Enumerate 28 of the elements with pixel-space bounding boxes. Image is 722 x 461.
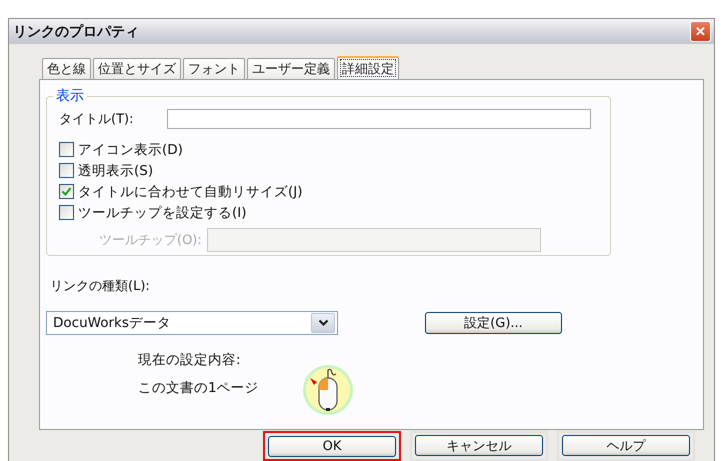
- checkbox-label[interactable]: ツールチップを設定する(I): [78, 204, 247, 222]
- current-settings-label: 現在の設定内容:: [138, 351, 242, 369]
- title-field[interactable]: [167, 109, 591, 129]
- checkbox-label[interactable]: タイトルに合わせて自動リサイズ(J): [78, 182, 303, 200]
- tab[interactable]: フォント: [183, 58, 245, 79]
- tab[interactable]: 色と線: [42, 58, 91, 79]
- checkbox[interactable]: [59, 205, 74, 220]
- group-legend: 表示: [53, 87, 87, 105]
- window-title: リンクのプロパティ: [13, 22, 139, 40]
- dialog-button[interactable]: ヘルプ: [562, 435, 690, 456]
- title-label: タイトル(T):: [59, 111, 134, 128]
- tab[interactable]: 詳細設定: [337, 56, 399, 80]
- checkbox[interactable]: [59, 163, 74, 178]
- checkbox[interactable]: [59, 184, 74, 199]
- checkbox-label[interactable]: アイコン表示(D): [78, 140, 183, 158]
- tab[interactable]: 位置とサイズ: [93, 58, 181, 79]
- dialog-button[interactable]: キャンセル: [415, 435, 543, 456]
- link-type-dropdown[interactable]: DocuWorksデータ: [46, 311, 338, 335]
- tab[interactable]: ユーザー定義: [247, 58, 335, 79]
- link-type-label: リンクの種類(L):: [49, 278, 151, 295]
- tooltip-label: ツールチップ(O):: [98, 232, 203, 249]
- settings-button[interactable]: 設定(G)...: [425, 312, 562, 334]
- current-settings-value: この文書の1ページ: [138, 379, 260, 397]
- checkbox-label[interactable]: 透明表示(S): [78, 162, 154, 180]
- checkbox[interactable]: [59, 142, 74, 157]
- close-button[interactable]: ✕: [690, 21, 711, 42]
- mouse-click-icon: [302, 364, 354, 416]
- dialog-button[interactable]: OK: [268, 436, 396, 457]
